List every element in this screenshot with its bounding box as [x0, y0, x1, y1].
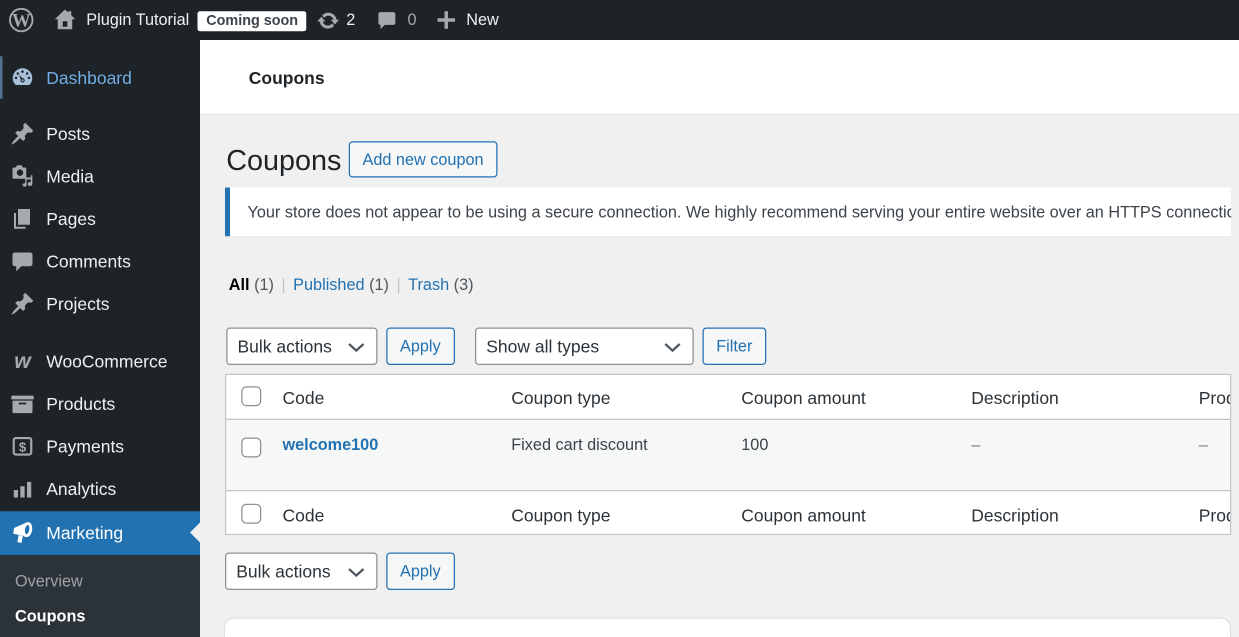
svg-text:$: $	[19, 439, 27, 454]
svg-text:W: W	[12, 11, 31, 32]
svg-text:w: w	[14, 349, 32, 373]
